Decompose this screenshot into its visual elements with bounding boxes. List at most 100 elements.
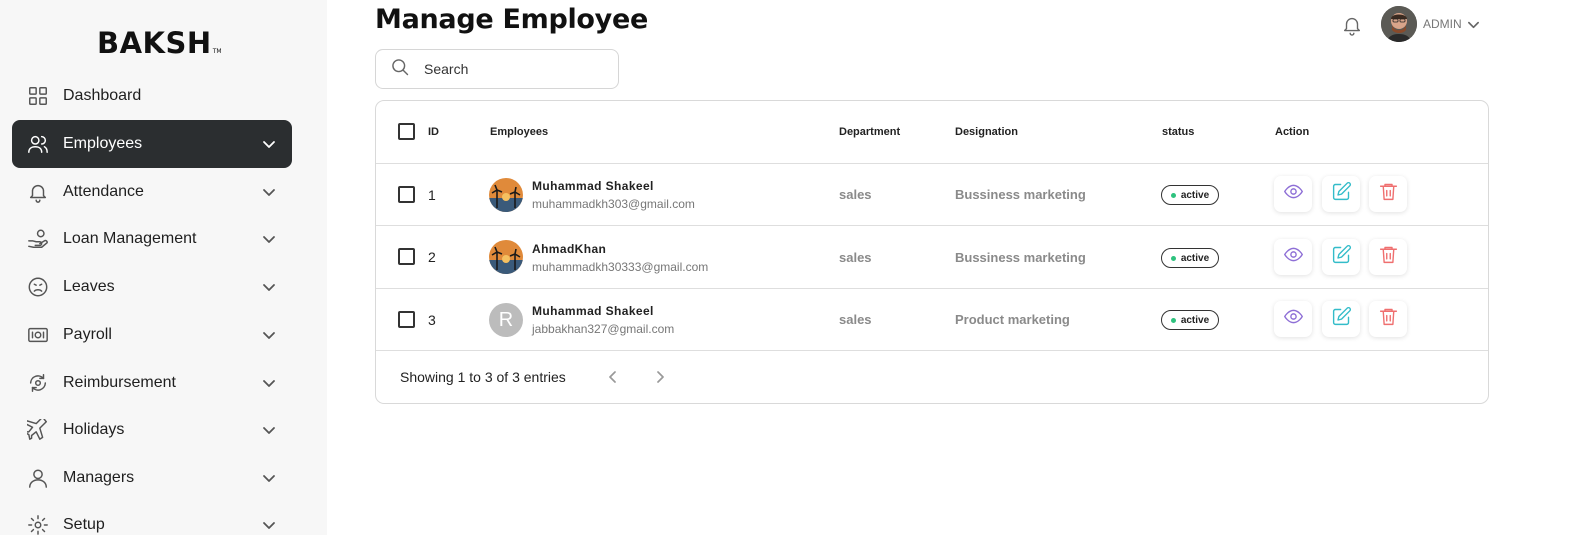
employee-department: sales xyxy=(839,187,872,202)
eye-icon xyxy=(1283,181,1304,207)
employee-table: ID Employees Department Designation stat… xyxy=(375,100,1489,404)
chevron-down-icon xyxy=(262,471,276,485)
employee-name: Muhammad Shakeel xyxy=(532,304,654,318)
view-button[interactable] xyxy=(1274,239,1312,275)
edit-icon xyxy=(1331,244,1352,270)
sidebar-item-leaves[interactable]: Leaves xyxy=(12,263,292,311)
sidebar-item-holidays[interactable]: Holidays xyxy=(12,406,292,454)
sidebar-item-attendance[interactable]: Attendance xyxy=(12,168,292,216)
divider xyxy=(376,225,1488,226)
status-dot xyxy=(1170,192,1176,198)
chevron-left-icon[interactable] xyxy=(605,369,621,385)
sidebar-item-label: Loan Management xyxy=(63,230,197,247)
edit-button[interactable] xyxy=(1322,239,1360,275)
edit-icon xyxy=(1331,181,1352,207)
view-button[interactable] xyxy=(1274,301,1312,337)
row-checkbox[interactable] xyxy=(398,248,415,265)
chevron-down-icon xyxy=(262,280,276,294)
sidebar-item-label: Attendance xyxy=(63,183,144,200)
search-icon xyxy=(390,57,410,82)
divider xyxy=(376,350,1488,351)
row-id: 3 xyxy=(428,312,436,328)
employee-designation: Bussiness marketing xyxy=(955,187,1086,202)
column-header-designation: Designation xyxy=(955,126,1018,138)
notification-bell-icon[interactable] xyxy=(1341,14,1363,36)
eye-icon xyxy=(1283,244,1304,270)
column-header-department: Department xyxy=(839,126,901,138)
chevron-down-icon xyxy=(262,328,276,342)
admin-label[interactable]: ADMIN xyxy=(1423,17,1462,31)
employee-email: jabbakhan327@gmail.com xyxy=(532,322,675,336)
eye-icon xyxy=(1283,306,1304,332)
view-button[interactable] xyxy=(1274,176,1312,212)
sidebar-item-employees[interactable]: Employees xyxy=(12,120,292,168)
hand-coins-icon xyxy=(27,228,49,250)
brand-logo[interactable]: BAKSHTM xyxy=(97,26,222,60)
gear-icon xyxy=(27,514,49,536)
sidebar-item-label: Setup xyxy=(63,516,105,533)
status-text: active xyxy=(1180,252,1210,264)
user-icon xyxy=(27,467,49,489)
divider xyxy=(376,288,1488,289)
delete-button[interactable] xyxy=(1369,239,1407,275)
edit-icon xyxy=(1331,306,1352,332)
chevron-right-icon[interactable] xyxy=(652,369,668,385)
brand-tm: TM xyxy=(212,48,222,55)
delete-button[interactable] xyxy=(1369,176,1407,212)
column-header-status: status xyxy=(1162,126,1195,138)
row-checkbox[interactable] xyxy=(398,186,415,203)
status-badge: active xyxy=(1161,310,1219,330)
edit-button[interactable] xyxy=(1322,176,1360,212)
employee-designation: Bussiness marketing xyxy=(955,250,1086,265)
sidebar-item-reimbursement[interactable]: Reimbursement xyxy=(12,359,292,407)
sad-face-icon xyxy=(27,276,49,298)
delete-button[interactable] xyxy=(1369,301,1407,337)
sidebar-item-label: Payroll xyxy=(63,326,112,343)
avatar xyxy=(489,240,523,274)
column-header-action: Action xyxy=(1275,126,1310,138)
trash-icon xyxy=(1378,306,1399,332)
status-badge: active xyxy=(1161,185,1219,205)
sidebar-item-payroll[interactable]: Payroll xyxy=(12,311,292,359)
select-all-checkbox[interactable] xyxy=(398,123,415,140)
status-dot xyxy=(1170,255,1176,261)
avatar xyxy=(489,178,523,212)
sidebar: BAKSHTM Dashboard Employees Attendance L… xyxy=(0,0,327,535)
sidebar-item-managers[interactable]: Managers xyxy=(12,454,292,502)
edit-button[interactable] xyxy=(1322,301,1360,337)
status-badge: active xyxy=(1161,248,1219,268)
employee-department: sales xyxy=(839,312,872,327)
search-box[interactable] xyxy=(375,49,619,89)
chevron-down-icon xyxy=(262,423,276,437)
chevron-down-icon xyxy=(262,232,276,246)
search-input[interactable] xyxy=(424,61,604,77)
sidebar-item-loan-management[interactable]: Loan Management xyxy=(12,215,292,263)
chevron-down-icon xyxy=(262,185,276,199)
divider xyxy=(376,163,1488,164)
employee-name: Muhammad Shakeel xyxy=(532,179,654,193)
row-id: 2 xyxy=(428,249,436,265)
chevron-down-icon xyxy=(262,137,276,151)
sidebar-item-dashboard[interactable]: Dashboard xyxy=(12,72,292,120)
bell-icon xyxy=(27,181,49,203)
status-dot xyxy=(1170,317,1176,323)
employee-email: muhammadkh30333@gmail.com xyxy=(532,260,709,274)
employee-email: muhammadkh303@gmail.com xyxy=(532,197,695,211)
trash-icon xyxy=(1378,244,1399,270)
column-header-employees: Employees xyxy=(490,126,549,138)
sidebar-item-label: Leaves xyxy=(63,278,115,295)
sidebar-item-label: Dashboard xyxy=(63,87,142,104)
employee-name: AhmadKhan xyxy=(532,242,607,256)
sidebar-item-label: Employees xyxy=(63,135,143,152)
chevron-down-icon xyxy=(262,518,276,532)
sidebar-item-label: Holidays xyxy=(63,421,125,438)
chevron-down-icon[interactable] xyxy=(1467,18,1480,31)
page-title: Manage Employee xyxy=(375,4,649,35)
pagination-summary: Showing 1 to 3 of 3 entries xyxy=(400,369,566,385)
admin-avatar[interactable] xyxy=(1381,6,1417,42)
row-checkbox[interactable] xyxy=(398,311,415,328)
payroll-icon xyxy=(27,324,49,346)
sidebar-item-setup[interactable]: Setup xyxy=(12,501,292,549)
plane-icon xyxy=(27,419,49,441)
chevron-down-icon xyxy=(262,376,276,390)
